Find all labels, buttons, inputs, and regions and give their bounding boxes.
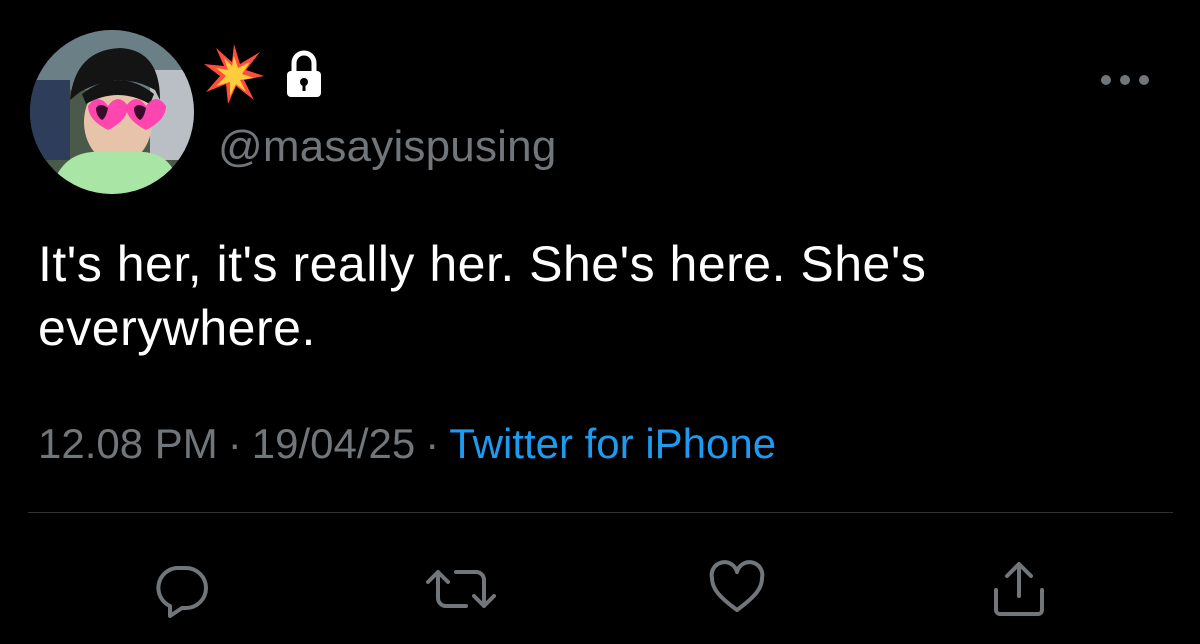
retweet-button[interactable] (426, 560, 496, 618)
tweet-date[interactable]: 19/04/25 (252, 420, 416, 467)
divider (28, 512, 1173, 513)
share-button[interactable] (990, 560, 1048, 618)
meta-separator: · (425, 420, 440, 467)
heart-icon (709, 560, 765, 612)
share-icon (994, 562, 1044, 616)
collision-icon (204, 44, 264, 104)
lock-icon (287, 50, 321, 97)
more-icon[interactable] (1098, 70, 1152, 90)
display-name-row (202, 42, 324, 106)
tweet-text: It's her, it's really her. She's here. S… (38, 236, 927, 356)
like-button[interactable] (708, 560, 766, 618)
retweet-icon (426, 570, 496, 608)
reply-button[interactable] (152, 560, 210, 618)
avatar-image (30, 30, 194, 194)
tweet-source-link[interactable]: Twitter for iPhone (449, 420, 776, 467)
tweet-card: @masayispusing It's her, it's really her… (0, 0, 1200, 644)
user-handle[interactable]: @masayispusing (218, 122, 557, 172)
reply-icon (156, 566, 208, 618)
avatar[interactable] (30, 30, 194, 194)
tweet-time[interactable]: 12.08 PM (38, 420, 218, 467)
meta-separator: · (227, 420, 242, 467)
tweet-meta: 12.08 PM · 19/04/25 · Twitter for iPhone (38, 420, 776, 468)
